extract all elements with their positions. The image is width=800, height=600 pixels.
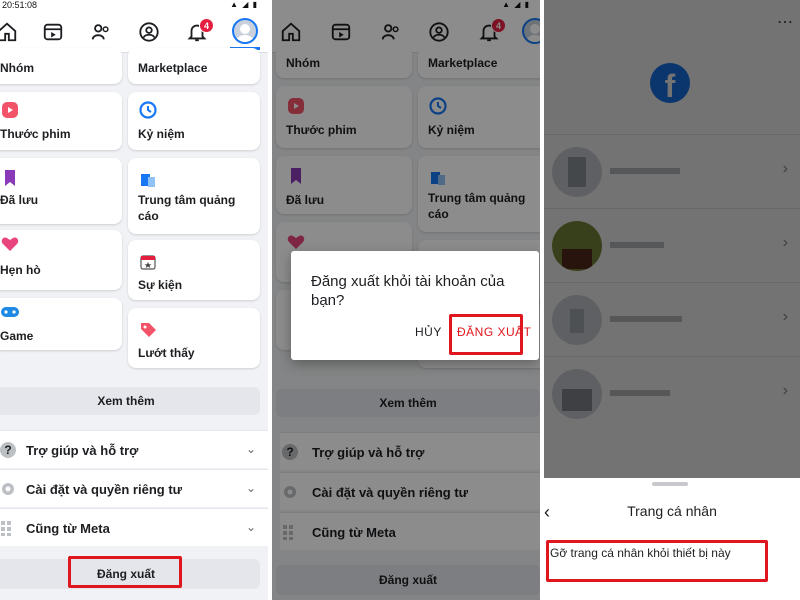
- shortcut-memories[interactable]: Kỷ niệm: [128, 92, 260, 150]
- sheet-drag-handle[interactable]: [652, 482, 688, 486]
- tab-menu[interactable]: [230, 14, 260, 50]
- logout-confirm-panel: ▲ ◢ ▮ 4 Nhóm Marketplace Thước phim Kỷ n…: [272, 0, 540, 600]
- shortcut-label: Sự kiện: [138, 278, 183, 292]
- account-switcher-panel: ⋯ f › › › › ‹ Trang cá nhân Gỡ trang cá …: [544, 0, 800, 600]
- shortcut-label: Lướt thấy: [138, 346, 195, 360]
- status-bar: 20:51:08 ▲ ◢ ▮: [0, 0, 268, 11]
- settings-privacy-label: Cài đặt và quyền riêng tư: [26, 482, 183, 497]
- help-icon: ?: [0, 440, 20, 460]
- highlight-box-logout: [68, 556, 182, 588]
- menu-screen-panel: 20:51:08 ▲ ◢ ▮ 4 Nhóm Thước phim Đã lưu …: [0, 0, 268, 600]
- settings-gear-icon: [0, 479, 20, 499]
- highlight-box-remove: [546, 540, 768, 582]
- sheet-backdrop[interactable]: [544, 0, 800, 478]
- shortcut-label: Nhóm: [0, 61, 34, 75]
- friends-icon: [91, 24, 109, 40]
- tab-bar: 4: [0, 11, 268, 53]
- svg-text:?: ?: [4, 443, 11, 457]
- meta-grid-icon: [0, 518, 20, 538]
- help-support-label: Trợ giúp và hỗ trợ: [26, 443, 139, 458]
- shortcut-dating[interactable]: Hẹn hò: [0, 230, 122, 290]
- highlight-box-confirm: [449, 314, 523, 355]
- sheet-title: Trang cá nhân: [627, 503, 717, 519]
- shortcut-label: Hẹn hò: [0, 263, 41, 277]
- calendar-icon: [138, 252, 158, 272]
- also-from-meta-label: Cũng từ Meta: [26, 521, 110, 536]
- shortcut-saved[interactable]: Đã lưu: [0, 158, 122, 224]
- shortcut-label: Marketplace: [138, 61, 208, 75]
- reels-icon: [0, 100, 20, 120]
- gamepad-icon: [0, 302, 20, 322]
- chevron-down-icon: ⌄: [245, 442, 256, 456]
- tab-profile[interactable]: [134, 17, 164, 47]
- shortcut-label: Trung tâm quảng cáo: [138, 193, 236, 223]
- feeds-tag-icon: [138, 320, 158, 340]
- shortcut-label: Game: [0, 329, 34, 343]
- dating-heart-icon: [0, 234, 20, 254]
- memories-clock-icon: [138, 100, 158, 120]
- shortcut-label: Kỷ niệm: [138, 127, 185, 141]
- notification-badge: 4: [199, 18, 214, 33]
- chevron-down-icon: ⌄: [245, 520, 256, 534]
- help-support-row[interactable]: ? Trợ giúp và hỗ trợ ⌄: [0, 430, 268, 468]
- tab-video[interactable]: [38, 17, 68, 47]
- see-more-button[interactable]: Xem thêm: [0, 387, 260, 415]
- avatar: [232, 17, 258, 44]
- shortcut-game[interactable]: Game: [0, 298, 122, 350]
- video-icon: [43, 23, 63, 41]
- chevron-down-icon: ⌄: [245, 481, 256, 495]
- profile-icon: [139, 22, 159, 42]
- settings-privacy-row[interactable]: Cài đặt và quyền riêng tư ⌄: [0, 469, 268, 507]
- tab-home[interactable]: [0, 17, 22, 47]
- shortcut-marketplace[interactable]: Marketplace: [128, 48, 260, 84]
- saved-bookmark-icon: [0, 168, 20, 188]
- also-from-meta-row[interactable]: Cũng từ Meta ⌄: [0, 508, 268, 546]
- shortcut-label: Đã lưu: [0, 193, 39, 207]
- shortcut-label: Thước phim: [0, 127, 71, 141]
- tab-friends[interactable]: [86, 17, 116, 47]
- home-icon: [0, 22, 17, 42]
- system-icons: ▲ ◢ ▮: [230, 0, 258, 9]
- shortcut-feeds[interactable]: Lướt thấy: [128, 308, 260, 368]
- shortcut-groups[interactable]: Nhóm: [0, 48, 122, 84]
- status-time: 20:51:08: [2, 0, 38, 10]
- cancel-button[interactable]: HỦY: [415, 325, 442, 339]
- tab-notifications[interactable]: 4: [182, 17, 214, 47]
- shortcut-events[interactable]: Sự kiện: [128, 240, 260, 300]
- shortcut-reels[interactable]: Thước phim: [0, 92, 122, 150]
- dialog-title: Đăng xuất khỏi tài khoản của bạn?: [311, 273, 505, 309]
- ads-center-icon: [138, 170, 158, 190]
- shortcut-ads-center[interactable]: Trung tâm quảng cáo: [128, 158, 260, 234]
